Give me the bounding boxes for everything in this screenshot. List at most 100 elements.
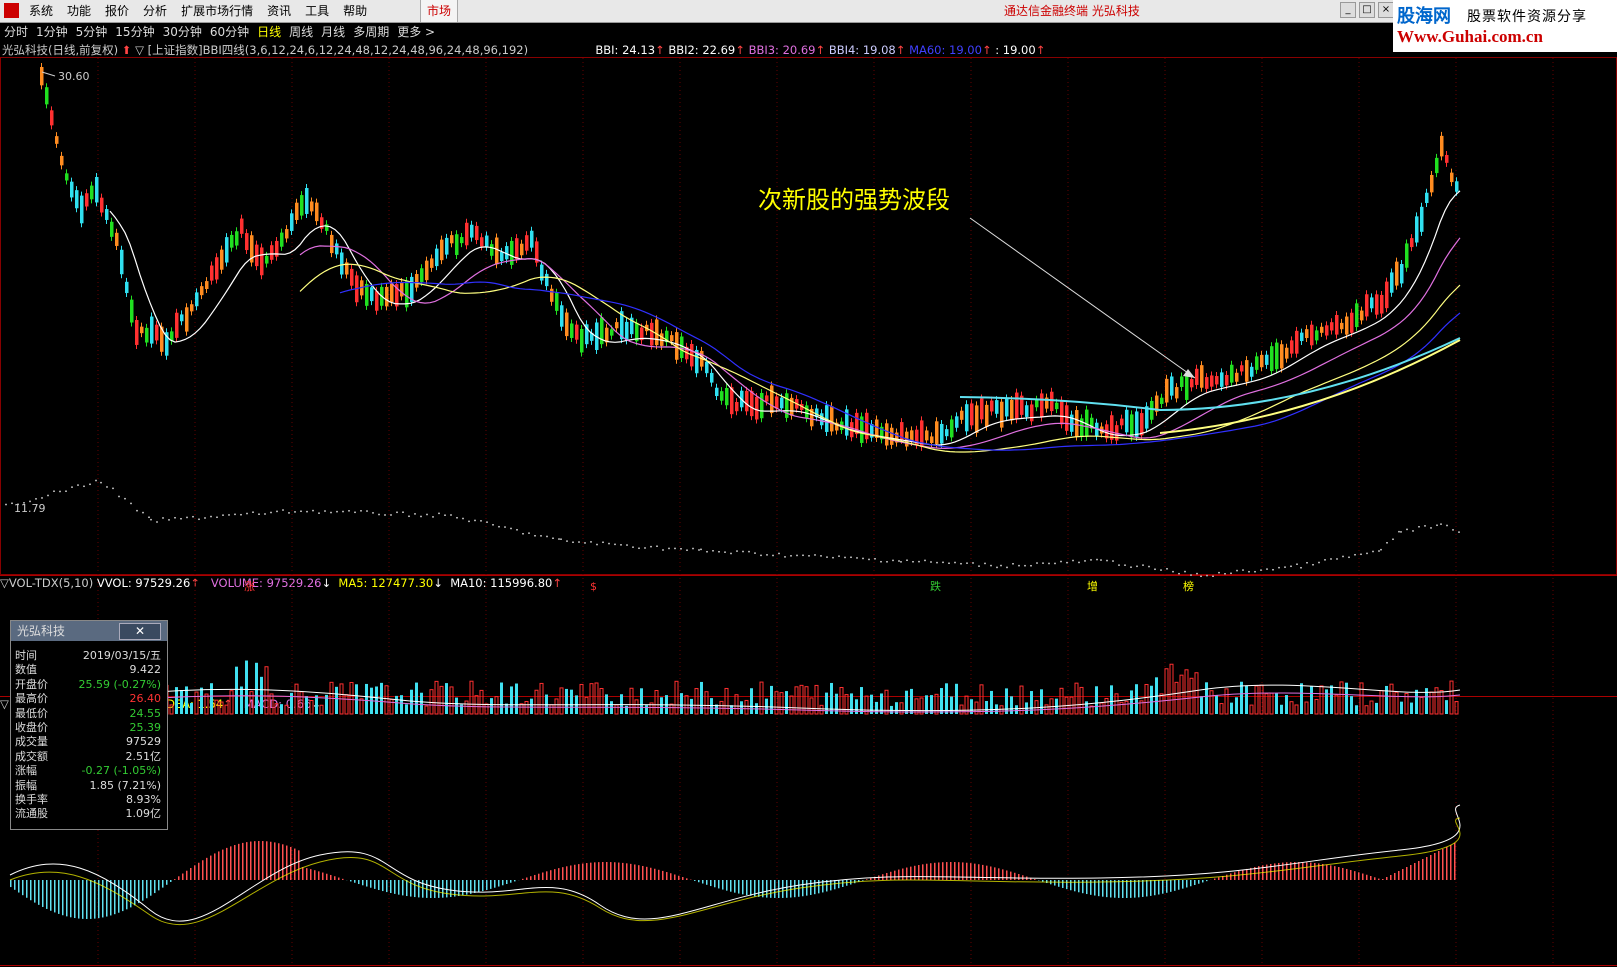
macd-bar — [1062, 880, 1064, 888]
volume-bar — [660, 697, 663, 714]
macd-bar — [1346, 868, 1348, 880]
index-dot — [632, 546, 634, 548]
macd-bar — [1034, 879, 1036, 880]
macd-bar — [1394, 873, 1396, 880]
macd-bar — [242, 842, 244, 880]
candle-body — [1135, 411, 1139, 437]
macd-bar — [694, 880, 696, 881]
volume-bar — [479, 689, 484, 715]
index-dot — [522, 532, 524, 535]
volume-bar — [1059, 687, 1064, 715]
volume-bar — [180, 689, 183, 714]
index-dot — [844, 556, 846, 559]
macd-bar — [302, 867, 304, 880]
candle-body — [125, 281, 129, 294]
macd-bar — [1358, 872, 1360, 880]
candle-body — [1435, 157, 1439, 174]
macd-bar — [706, 880, 708, 885]
index-dot — [730, 552, 732, 555]
candle-body — [750, 390, 754, 417]
volume-bar — [1040, 689, 1043, 714]
candle-body — [45, 87, 49, 105]
candle-body — [780, 397, 784, 409]
macd-bar — [62, 880, 64, 916]
index-dot — [966, 562, 968, 564]
popup-row: 换手率 8.93% — [15, 793, 161, 807]
macd-bar — [894, 870, 896, 880]
candle-body — [925, 430, 929, 441]
candle-body — [450, 235, 454, 244]
kline-chart[interactable]: 30.60 11.79 涨 $ 跌 增 榜 — [0, 0, 1617, 967]
candle-body — [1305, 329, 1309, 339]
index-dot — [1124, 564, 1126, 566]
macd-bar — [1326, 864, 1328, 880]
index-dot — [1030, 564, 1032, 567]
macd-bar — [526, 877, 528, 880]
candle-body — [1440, 135, 1444, 157]
macd-bar — [1390, 875, 1392, 880]
candle-body — [80, 195, 84, 224]
index-dot — [1236, 569, 1238, 572]
macd-bar — [238, 843, 240, 880]
volume-bar — [789, 695, 794, 715]
macd-bar — [446, 880, 448, 898]
macd-bar — [1226, 874, 1228, 880]
macd-bar — [746, 880, 748, 896]
candle-body — [215, 257, 219, 280]
index-dot — [136, 509, 138, 512]
macd-bar — [326, 873, 328, 880]
macd-bar — [1402, 869, 1404, 880]
macd-bar — [910, 866, 912, 880]
index-dot — [366, 510, 368, 512]
candle-body — [1450, 172, 1454, 183]
index-dot — [1148, 565, 1150, 568]
popup-close-button[interactable]: ✕ — [119, 623, 161, 640]
macd-bar — [782, 880, 784, 898]
popup-key: 开盘价 — [15, 677, 48, 691]
candle-body — [1445, 155, 1449, 163]
index-dot — [1118, 564, 1120, 566]
macd-bar — [266, 841, 268, 880]
macd-bar — [178, 876, 180, 880]
candle-body — [770, 385, 774, 414]
volume-bar — [224, 704, 229, 715]
popup-row: 成交量 97529 — [15, 735, 161, 749]
index-dot — [1446, 524, 1448, 527]
candle-body — [1110, 415, 1114, 440]
volume-bar — [1254, 685, 1259, 715]
candle-body — [570, 323, 574, 338]
macd-bar — [98, 880, 100, 919]
candle-body — [230, 234, 234, 248]
index-dot — [898, 560, 900, 562]
candle-body — [135, 320, 139, 345]
macd-bar — [314, 870, 316, 880]
index-dot — [802, 554, 804, 557]
index-dot — [760, 554, 762, 557]
candle-body — [1235, 372, 1239, 382]
index-dot — [1300, 566, 1302, 569]
index-dot — [71, 486, 73, 488]
candle-body — [1310, 324, 1314, 346]
candle-body — [1355, 303, 1359, 328]
volume-bar — [1144, 683, 1149, 715]
macd-bar — [138, 880, 140, 904]
index-dot — [150, 518, 152, 521]
index-dot — [942, 561, 944, 564]
candle-body — [1055, 402, 1059, 410]
volume-bar — [719, 700, 724, 715]
candle-body — [1015, 392, 1019, 420]
candle-body — [155, 324, 159, 341]
volume-bar — [1219, 703, 1224, 715]
macd-bar — [318, 871, 320, 880]
macd-bar — [710, 880, 712, 887]
candle-body — [495, 237, 499, 265]
macd-bar — [226, 847, 228, 880]
candle-body — [650, 322, 654, 346]
index-dot — [724, 551, 726, 553]
volume-bar — [770, 685, 773, 714]
popup-key: 流通股 — [15, 807, 48, 821]
index-dot — [450, 514, 452, 516]
candle-body — [975, 405, 979, 433]
popup-row: 数值 9.422 — [15, 663, 161, 677]
candle-body — [980, 398, 984, 420]
